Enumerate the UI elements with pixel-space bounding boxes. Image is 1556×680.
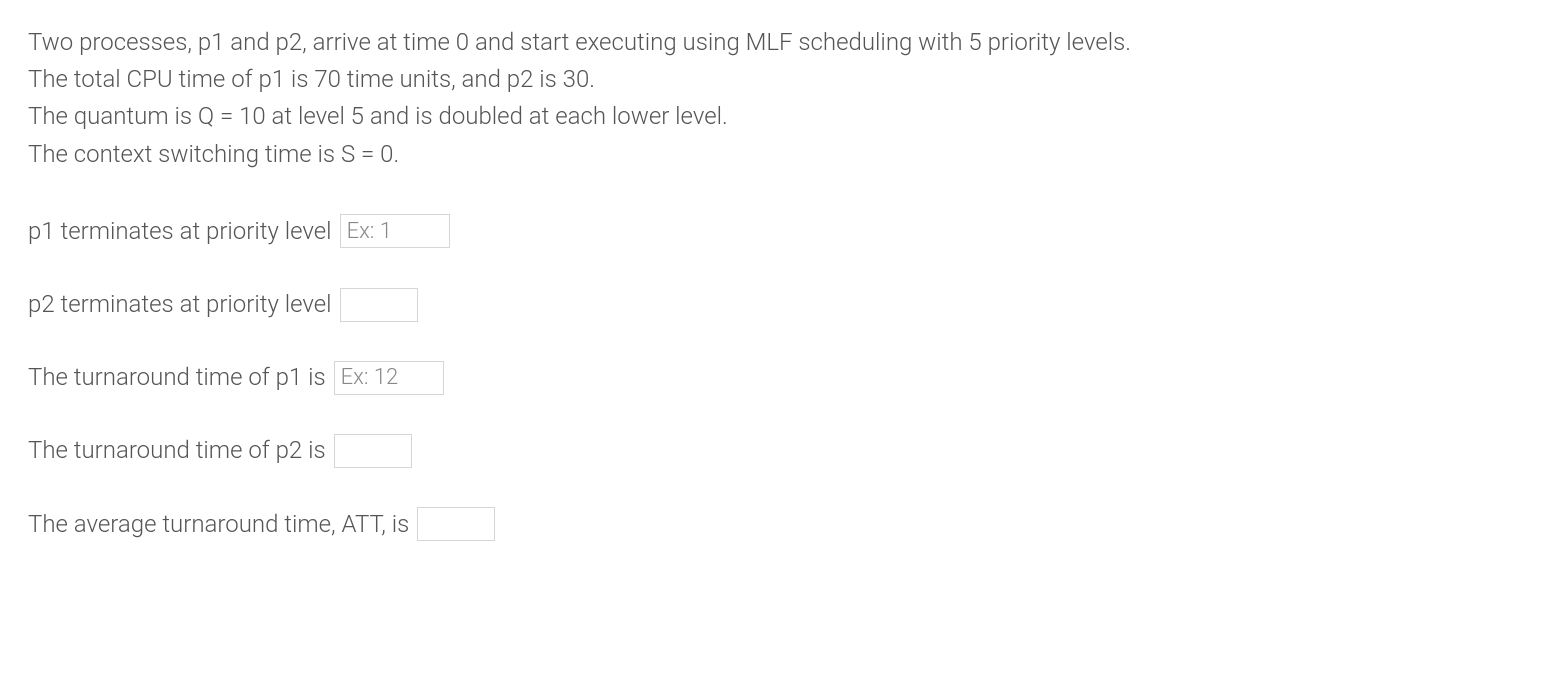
question-label: The turnaround time of p1 is (28, 359, 326, 396)
question-row-p1-priority: p1 terminates at priority level (28, 213, 1528, 250)
problem-statement: Two processes, p1 and p2, arrive at time… (28, 24, 1528, 173)
problem-line-4: The context switching time is S = 0. (28, 136, 1528, 173)
p1-priority-input[interactable] (340, 214, 450, 248)
question-row-p1-turnaround: The turnaround time of p1 is (28, 359, 1528, 396)
questions-section: p1 terminates at priority level p2 termi… (28, 213, 1528, 543)
question-label: p2 terminates at priority level (28, 286, 332, 323)
question-row-att: The average turnaround time, ATT, is (28, 506, 1528, 543)
p2-priority-input[interactable] (340, 288, 418, 322)
problem-line-3: The quantum is Q = 10 at level 5 and is … (28, 98, 1528, 135)
problem-line-1: Two processes, p1 and p2, arrive at time… (28, 24, 1528, 61)
question-label: p1 terminates at priority level (28, 213, 332, 250)
question-label: The turnaround time of p2 is (28, 432, 326, 469)
att-input[interactable] (417, 507, 495, 541)
question-row-p2-turnaround: The turnaround time of p2 is (28, 432, 1528, 469)
p1-turnaround-input[interactable] (334, 361, 444, 395)
p2-turnaround-input[interactable] (334, 434, 412, 468)
question-row-p2-priority: p2 terminates at priority level (28, 286, 1528, 323)
problem-line-2: The total CPU time of p1 is 70 time unit… (28, 61, 1528, 98)
question-label: The average turnaround time, ATT, is (28, 506, 409, 543)
